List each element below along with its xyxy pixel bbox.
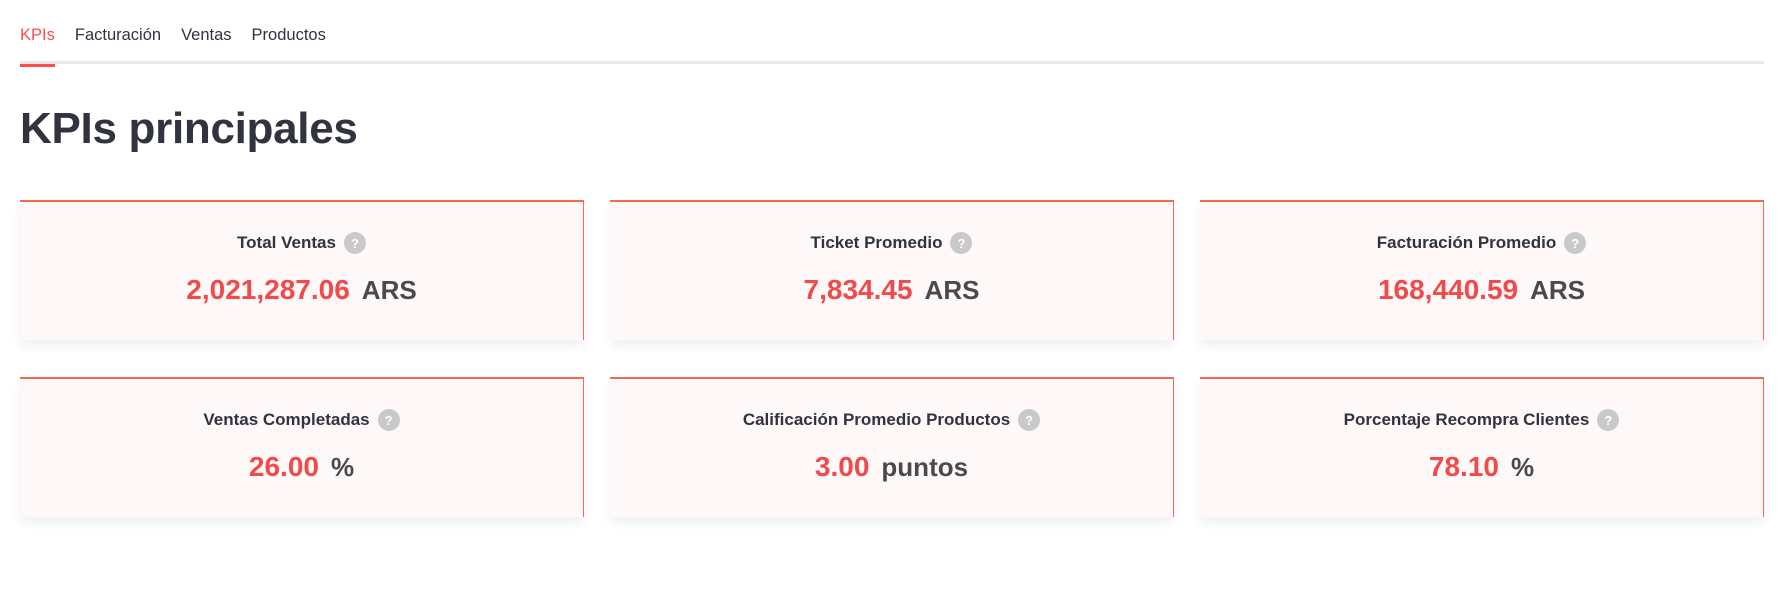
help-icon[interactable]: ? [1018,409,1041,431]
kpi-unit: ARS [924,275,980,305]
kpi-value-row: 78.10 % [1200,451,1763,483]
kpi-unit: puntos [881,452,969,482]
kpi-label-row: Facturación Promedio ? [1200,232,1763,254]
kpi-label-row: Porcentaje Recompra Clientes ? [1200,409,1763,431]
kpi-value-row: 3.00 puntos [610,451,1173,483]
kpi-value: 26.00 [248,451,319,482]
tab-productos[interactable]: Productos [252,0,326,64]
kpi-value: 78.10 [1428,451,1499,482]
page-title: KPIs principales [20,104,358,153]
kpi-label-row: Total Ventas ? [20,232,583,254]
kpi-label-row: Calificación Promedio Productos ? [610,409,1173,431]
kpi-grid: Total Ventas ? 2,021,287.06 ARS Ticket P… [20,200,1764,517]
kpi-card-ticket-promedio: Ticket Promedio ? 7,834.45 ARS [610,200,1174,340]
kpi-card-ventas-completadas: Ventas Completadas ? 26.00 % [20,377,584,517]
kpi-unit: ARS [1530,275,1586,305]
kpi-unit: ARS [361,275,417,305]
kpi-value-row: 2,021,287.06 ARS [20,274,583,306]
dashboard: KPIs Facturación Ventas Productos KPIs p… [0,0,1792,605]
kpi-card-porcentaje-recompra: Porcentaje Recompra Clientes ? 78.10 % [1200,377,1764,517]
tab-facturacion[interactable]: Facturación [75,0,161,64]
help-icon[interactable]: ? [950,232,973,254]
kpi-label: Ventas Completadas [203,410,370,429]
kpi-card-facturacion-promedio: Facturación Promedio ? 168,440.59 ARS [1200,200,1764,340]
kpi-value-row: 26.00 % [20,451,583,483]
tab-bar: KPIs Facturación Ventas Productos [20,0,1764,67]
help-icon[interactable]: ? [377,409,400,431]
kpi-label-row: Ticket Promedio ? [610,232,1173,254]
kpi-value: 7,834.45 [803,274,913,305]
kpi-label-row: Ventas Completadas ? [20,409,583,431]
kpi-value: 168,440.59 [1377,274,1519,305]
kpi-label: Ticket Promedio [810,233,943,252]
kpi-label: Porcentaje Recompra Clientes [1343,410,1590,429]
help-icon[interactable]: ? [343,232,366,254]
kpi-value-row: 7,834.45 ARS [610,274,1173,306]
kpi-unit: % [330,452,355,482]
tab-ventas[interactable]: Ventas [181,0,231,64]
kpi-unit: % [1510,452,1535,482]
kpi-label: Total Ventas [237,233,336,252]
help-icon[interactable]: ? [1597,409,1620,431]
kpi-label: Facturación Promedio [1376,233,1557,252]
tab-kpis[interactable]: KPIs [20,0,55,67]
kpi-value: 2,021,287.06 [186,274,350,305]
kpi-label: Calificación Promedio Productos [742,410,1011,429]
kpi-value-row: 168,440.59 ARS [1200,274,1763,306]
help-icon[interactable]: ? [1564,232,1587,254]
kpi-card-calificacion-promedio: Calificación Promedio Productos ? 3.00 p… [610,377,1174,517]
kpi-value: 3.00 [814,451,870,482]
kpi-card-total-ventas: Total Ventas ? 2,021,287.06 ARS [20,200,584,340]
